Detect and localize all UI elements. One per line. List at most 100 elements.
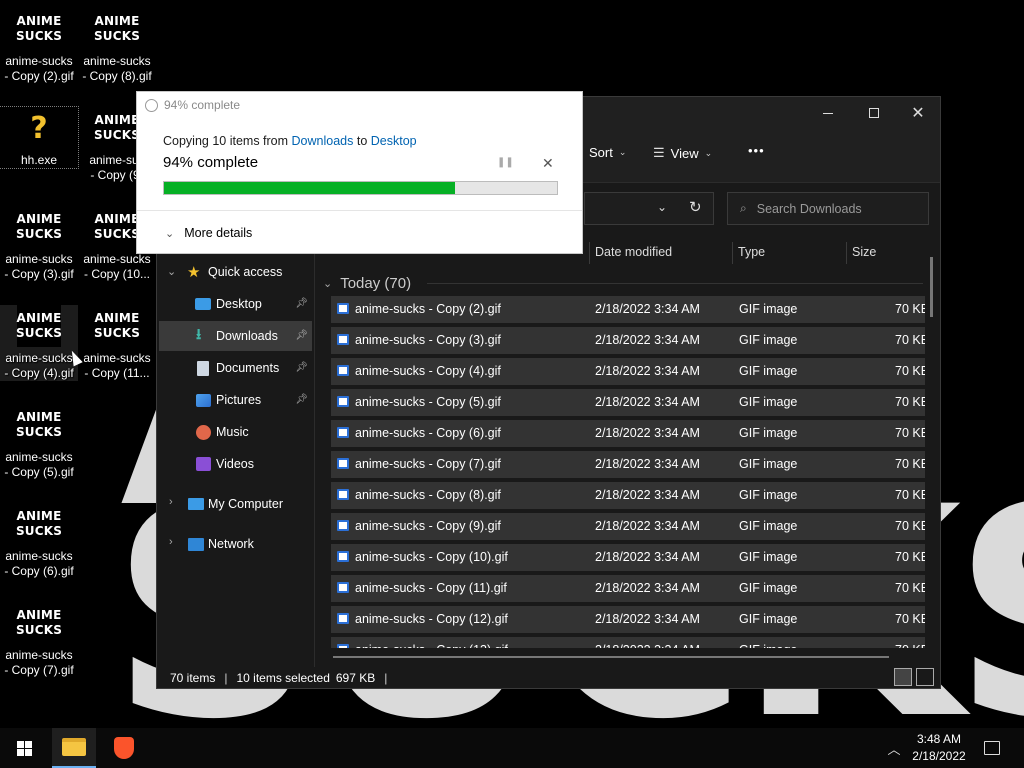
- close-button[interactable]: ✕: [895, 97, 941, 129]
- file-size: 70 KB: [895, 426, 925, 440]
- thumb-text: SUCKS: [93, 128, 141, 142]
- dialog-title-text: 94% complete: [164, 98, 241, 112]
- thumb-text: SUCKS: [15, 227, 63, 241]
- file-row[interactable]: anime-sucks - Copy (7).gif 2/18/2022 3:34…: [331, 451, 925, 478]
- file-size: 70 KB: [895, 395, 925, 409]
- column-date-modified[interactable]: Date modified: [589, 242, 732, 264]
- file-row[interactable]: anime-sucks - Copy (6).gif 2/18/2022 3:34…: [331, 420, 925, 447]
- vertical-scrollbar[interactable]: [930, 257, 933, 317]
- desktop-icon-gif[interactable]: ANIME SUCKS anime-sucks - Copy (5).gif: [0, 404, 78, 480]
- start-button[interactable]: [0, 728, 48, 768]
- desktop-icon-gif[interactable]: ANIME SUCKS anime-sucks - Copy (11...: [78, 305, 156, 381]
- pin-icon: 📌︎: [295, 330, 308, 341]
- nav-music[interactable]: Music: [159, 417, 312, 447]
- file-row[interactable]: anime-sucks - Copy (13).gif 2/18/2022 3:3…: [331, 637, 925, 648]
- gif-file-icon: [337, 427, 349, 438]
- file-size: 70 KB: [895, 364, 925, 378]
- nav-quick-access[interactable]: ⌄ ★ Quick access: [159, 257, 312, 287]
- file-date: 2/18/2022 3:34 AM: [595, 581, 700, 595]
- show-hidden-icons-button[interactable]: ︿: [880, 728, 908, 768]
- notification-center-button[interactable]: [978, 728, 1006, 768]
- nav-videos[interactable]: Videos: [159, 449, 312, 479]
- destination-link[interactable]: Desktop: [371, 134, 417, 148]
- search-box[interactable]: ⌕ Search Downloads: [727, 192, 929, 225]
- view-button[interactable]: ☰ View ⌄: [653, 145, 712, 161]
- file-name: anime-sucks - Copy (8).gif: [355, 488, 501, 502]
- chevron-down-icon[interactable]: ⌄: [657, 200, 667, 214]
- file-row[interactable]: anime-sucks - Copy (9).gif 2/18/2022 3:34…: [331, 513, 925, 540]
- desktop-icon-exe[interactable]: ? hh.exe: [0, 106, 79, 169]
- gif-thumbnail-icon: ANIME SUCKS: [15, 206, 63, 248]
- desktop-icon-gif[interactable]: ANIME SUCKS anime-sucks - Copy (2).gif: [0, 8, 78, 84]
- desktop-icon-label: anime-sucks - Copy (3).gif: [4, 252, 74, 281]
- see-more-button[interactable]: •••: [748, 143, 765, 158]
- file-row[interactable]: anime-sucks - Copy (12).gif 2/18/2022 3:3…: [331, 606, 925, 633]
- file-type: GIF image: [739, 581, 798, 595]
- details-view-button[interactable]: [894, 668, 912, 686]
- system-clock[interactable]: 3:48 AM 2/18/2022: [905, 731, 973, 765]
- copy-description: Copying 10 items from Downloads to Deskt…: [163, 134, 417, 148]
- minimize-button[interactable]: [805, 97, 851, 129]
- gif-thumbnail-icon: ANIME SUCKS: [16, 404, 62, 446]
- desktop-icon-gif[interactable]: ANIME SUCKS anime-sucks - Copy (4).gif: [0, 305, 78, 381]
- maximize-button[interactable]: [851, 97, 897, 129]
- more-details-button[interactable]: ⌄ More details: [165, 226, 252, 240]
- file-row[interactable]: anime-sucks - Copy (5).gif 2/18/2022 3:34…: [331, 389, 925, 416]
- file-type: GIF image: [739, 457, 798, 471]
- column-size[interactable]: Size: [846, 242, 926, 264]
- pause-button[interactable]: ❚❚: [497, 157, 514, 168]
- horizontal-scrollbar[interactable]: [333, 656, 889, 658]
- gif-file-icon: [337, 551, 349, 562]
- nav-desktop[interactable]: Desktop 📌︎: [159, 289, 312, 319]
- desktop-icon-gif[interactable]: ANIME SUCKS anime-sucks - Copy (6).gif: [0, 503, 78, 579]
- column-type[interactable]: Type: [732, 242, 846, 264]
- address-bar[interactable]: ⌄ ↻: [584, 192, 714, 225]
- taskbar-file-explorer[interactable]: [52, 728, 96, 768]
- nav-label: Desktop: [216, 297, 262, 311]
- thumb-text: ANIME: [16, 509, 62, 523]
- thumb-text: SUCKS: [93, 326, 141, 340]
- gif-file-icon: [337, 334, 349, 345]
- file-name: anime-sucks - Copy (2).gif: [355, 302, 501, 316]
- desktop-icon-gif[interactable]: ANIME SUCKS anime-sucks - Copy (7).gif: [0, 602, 78, 678]
- file-row[interactable]: anime-sucks - Copy (11).gif 2/18/2022 3:3…: [331, 575, 925, 602]
- source-link[interactable]: Downloads: [292, 134, 354, 148]
- copy-to: to: [353, 134, 371, 148]
- clock-icon: [145, 98, 158, 112]
- large-icons-view-button[interactable]: [916, 668, 934, 686]
- cancel-copy-button[interactable]: ✕: [542, 155, 554, 172]
- thumb-text: ANIME: [94, 113, 140, 127]
- percent-complete: 94% complete: [163, 154, 259, 171]
- nav-documents[interactable]: Documents 📌︎: [159, 353, 312, 383]
- nav-label: Quick access: [208, 265, 283, 279]
- file-date: 2/18/2022 3:34 AM: [595, 457, 700, 471]
- computer-icon: [188, 498, 204, 510]
- file-row[interactable]: anime-sucks - Copy (4).gif 2/18/2022 3:34…: [331, 358, 925, 385]
- file-type: GIF image: [739, 519, 798, 533]
- nav-label: Network: [208, 537, 254, 551]
- file-row[interactable]: anime-sucks - Copy (8).gif 2/18/2022 3:34…: [331, 482, 925, 509]
- file-row[interactable]: anime-sucks - Copy (10).gif 2/18/2022 3:3…: [331, 544, 925, 571]
- file-type: GIF image: [739, 333, 798, 347]
- document-icon: [197, 360, 209, 376]
- desktop-icon-gif[interactable]: ANIME SUCKS anime-sucks - Copy (8).gif: [78, 8, 156, 84]
- desktop-icon-gif[interactable]: ANIME SUCKS anime-sucks - Copy (3).gif: [0, 206, 78, 282]
- sort-button[interactable]: Sort ⌄: [589, 145, 626, 160]
- nav-label: My Computer: [208, 497, 284, 511]
- file-row[interactable]: anime-sucks - Copy (2).gif 2/18/2022 3:34…: [331, 296, 925, 323]
- nav-label: Documents: [216, 361, 280, 375]
- download-arrow-icon: ⭳: [196, 325, 202, 343]
- question-mark-icon: ?: [30, 110, 48, 146]
- nav-my-computer[interactable]: › My Computer: [159, 489, 312, 519]
- nav-pictures[interactable]: Pictures 📌︎: [159, 385, 312, 415]
- notification-icon: [984, 741, 1000, 755]
- taskbar-brave-browser[interactable]: [102, 728, 146, 768]
- nav-network[interactable]: › Network: [159, 529, 312, 559]
- desktop-icon-label: anime-sucks - Copy (7).gif: [4, 648, 74, 677]
- file-row[interactable]: anime-sucks - Copy (3).gif 2/18/2022 3:34…: [331, 327, 925, 354]
- refresh-icon[interactable]: ↻: [689, 198, 702, 216]
- close-icon: ✕: [911, 105, 925, 122]
- desktop-icon-label: hh.exe: [20, 153, 58, 167]
- nav-downloads[interactable]: ⭳ Downloads 📌︎: [159, 321, 312, 351]
- group-header-today[interactable]: ⌄ Today (70): [323, 272, 923, 294]
